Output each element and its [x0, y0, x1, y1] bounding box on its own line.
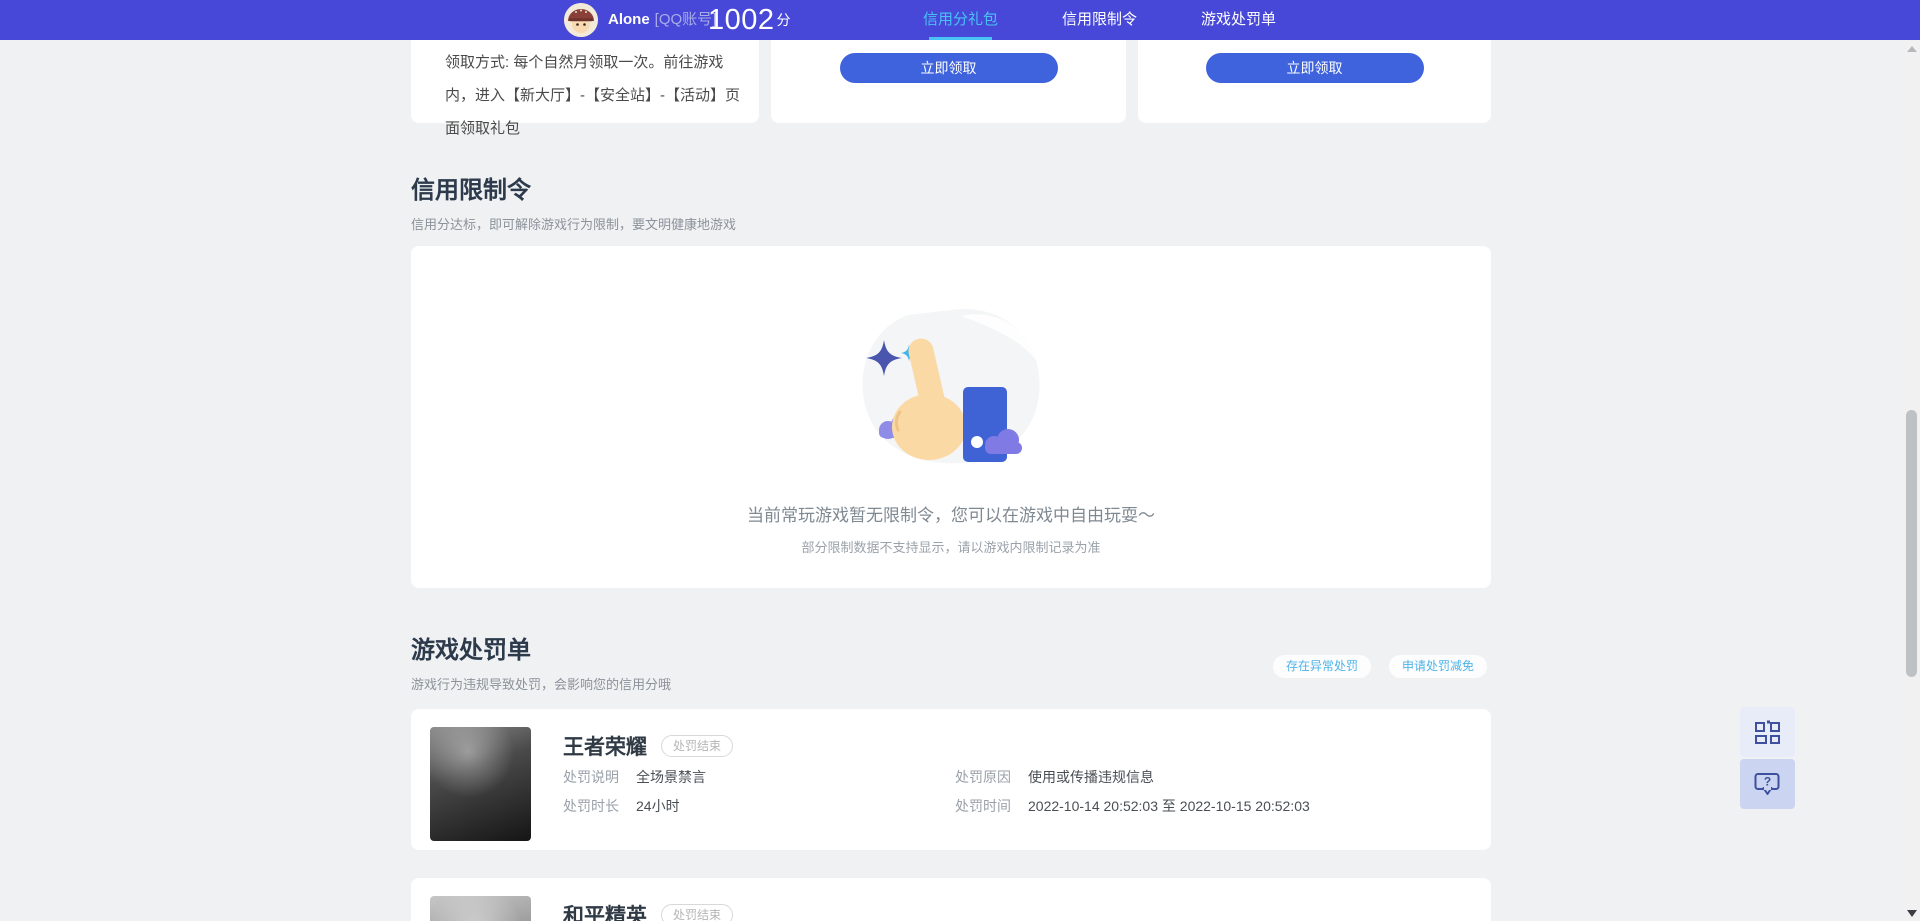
status-badge: 处罚结束	[661, 904, 734, 921]
restriction-section-subtitle: 信用分达标，即可解除游戏行为限制，要文明健康地游戏	[411, 217, 737, 232]
qr-code-button[interactable]	[1740, 707, 1795, 757]
penalty-details-left: 处罚说明 全场景禁言 处罚时长 24小时	[563, 769, 706, 827]
abnormal-penalty-link[interactable]: 存在异常处罚	[1272, 655, 1371, 678]
gift-card-info: 领取方式: 每个自然月领取一次。前往游戏内，进入【新大厅】-【安全站】-【活动】…	[411, 40, 759, 137]
user-name: Alone [QQ账号]	[608, 11, 717, 28]
scrollbar[interactable]	[1903, 40, 1920, 921]
game-thumbnail-kings	[430, 727, 531, 841]
restriction-empty-note: 部分限制数据不支持显示，请以游戏内限制记录为准	[801, 540, 1101, 555]
credit-score: 1002 分	[708, 4, 791, 36]
tab-game-penalty[interactable]: 游戏处罚单	[1201, 0, 1276, 40]
avatar-icon	[564, 3, 598, 37]
gift-card-2: 立即领取	[1138, 40, 1491, 123]
tab-credit-restriction[interactable]: 信用限制令	[1062, 0, 1137, 40]
penalty-links: 存在异常处罚 申请处罚减免	[1272, 655, 1487, 678]
claim-now-button[interactable]: 立即领取	[1205, 53, 1424, 83]
thumbs-up-illustration	[862, 308, 1040, 464]
user-avatar[interactable]	[564, 3, 598, 37]
restriction-section-title: 信用限制令	[411, 177, 531, 204]
gift-cards-row: 领取方式: 每个自然月领取一次。前往游戏内，进入【新大厅】-【安全站】-【活动】…	[411, 40, 1491, 137]
penalty-desc-label: 处罚说明	[563, 769, 619, 785]
help-icon: ?	[1754, 772, 1780, 795]
game-title: 王者荣耀	[563, 736, 647, 759]
penalty-time-label: 处罚时间	[955, 798, 1011, 814]
penalty-card-peace: 和平精英 处罚结束	[411, 878, 1491, 921]
content-column: 领取方式: 每个自然月领取一次。前往游戏内，进入【新大厅】-【安全站】-【活动】…	[411, 0, 1491, 921]
restriction-empty-card: 当前常玩游戏暂无限制令，您可以在游戏中自由玩耍～ 部分限制数据不支持显示，请以游…	[411, 246, 1491, 588]
help-button[interactable]: ?	[1740, 759, 1795, 809]
top-navigation-bar: Alone [QQ账号] 1002 分 信用分礼包 信用限制令 游戏处罚单	[0, 0, 1920, 40]
scroll-down-arrow-icon[interactable]	[1907, 910, 1917, 917]
page: 领取方式: 每个自然月领取一次。前往游戏内，进入【新大厅】-【安全站】-【活动】…	[0, 0, 1920, 921]
penalty-reason-value: 使用或传播违规信息	[1028, 769, 1154, 785]
claim-method-text: 领取方式: 每个自然月领取一次。前往游戏内，进入【新大厅】-【安全站】-【活动】…	[445, 54, 740, 137]
svg-text:?: ?	[1764, 774, 1771, 788]
status-badge: 处罚结束	[661, 735, 734, 757]
scrollbar-thumb[interactable]	[1906, 410, 1917, 677]
penalty-card-title-row: 王者荣耀 处罚结束	[563, 731, 734, 761]
penalty-card-title-row: 和平精英 处罚结束	[563, 900, 734, 921]
gift-card-1: 立即领取	[771, 40, 1126, 123]
header-tabs: 信用分礼包 信用限制令 游戏处罚单	[923, 0, 1276, 40]
qr-code-icon	[1755, 720, 1780, 744]
penalty-details-right: 处罚原因 使用或传播违规信息 处罚时间 2022-10-14 20:52:03 …	[955, 769, 1310, 827]
penalty-section-header: 游戏处罚单 游戏行为违规导致处罚，会影响您的信用分哦 存在异常处罚 申请处罚减免	[411, 630, 1491, 693]
claim-now-button[interactable]: 立即领取	[839, 53, 1058, 83]
tab-credit-gift[interactable]: 信用分礼包	[923, 0, 998, 40]
penalty-time-value: 2022-10-14 20:52:03 至 2022-10-15 20:52:0…	[1028, 798, 1310, 814]
penalty-duration-value: 24小时	[636, 798, 680, 814]
scroll-up-arrow-icon[interactable]	[1907, 46, 1917, 52]
restriction-empty-title: 当前常玩游戏暂无限制令，您可以在游戏中自由玩耍～	[747, 506, 1155, 525]
penalty-reason-label: 处罚原因	[955, 769, 1011, 785]
game-title: 和平精英	[563, 905, 647, 921]
penalty-appeal-link[interactable]: 申请处罚减免	[1388, 655, 1487, 678]
penalty-card-kings: 王者荣耀 处罚结束 处罚说明 全场景禁言 处罚时长 24小时 处罚原因 使用或传…	[411, 709, 1491, 850]
penalty-duration-label: 处罚时长	[563, 798, 619, 814]
penalty-desc-value: 全场景禁言	[636, 769, 706, 785]
game-thumbnail-peace	[430, 896, 531, 921]
